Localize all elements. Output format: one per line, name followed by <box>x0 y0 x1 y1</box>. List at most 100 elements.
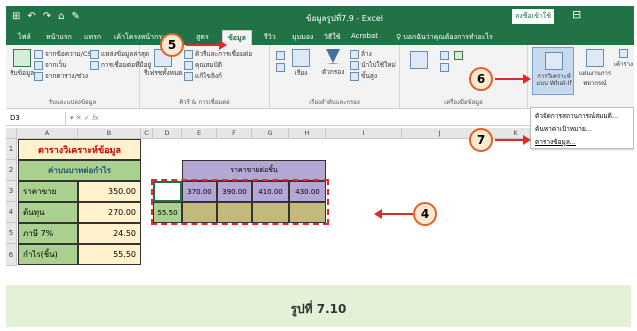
reapply-button[interactable]: นำไปใช้ใหม่ <box>350 60 396 70</box>
cell-b4-value[interactable]: 270.00 <box>78 202 141 223</box>
outline-icon <box>618 49 628 58</box>
cell-a1-title[interactable]: ตารางวิเคราะห์ข้อมูล <box>18 139 141 160</box>
scenario-manager-item[interactable]: ตัวจัดการสถานการณ์สมมติ... <box>535 111 618 121</box>
filter-icon <box>326 49 341 64</box>
data-validation-button[interactable] <box>454 51 463 60</box>
callout-5-arrowhead <box>219 40 227 50</box>
queries-connections-button[interactable]: คิวรีและการเชื่อมต่อ <box>184 49 252 59</box>
row-header-6[interactable]: 6 <box>6 244 17 266</box>
undo-icon[interactable]: ↶ <box>27 11 35 23</box>
tab-insert[interactable]: แทรก <box>84 32 101 43</box>
sort-button[interactable]: เรียง <box>292 49 310 78</box>
properties-button[interactable]: คุณสมบัติ <box>184 60 222 70</box>
tab-file[interactable]: ไฟล์ <box>18 32 31 43</box>
callout-6-arrowhead <box>523 74 531 84</box>
clear-filter-icon <box>350 49 359 59</box>
figure: ⊞ ↶ ↷ ⌂ ✎ ข้อมูลรูปที่7.9 - Excel ลงชื่อ… <box>0 0 637 331</box>
group-label-sort-filter: เรียงลำดับและกรอง <box>309 99 360 106</box>
recent-icon <box>90 49 99 59</box>
goal-seek-item[interactable]: ค้นหาค่าเป้าหมาย... <box>535 124 592 134</box>
tell-me-search[interactable]: ♀ บอกฉันว่าคุณต้องการทำอะไร <box>396 32 493 43</box>
clear-button[interactable]: ล้าง <box>350 49 372 59</box>
sort-desc-button[interactable] <box>276 63 285 72</box>
select-all-corner[interactable] <box>6 128 17 139</box>
outline-button[interactable]: เค้าร่าง <box>614 49 633 69</box>
whatif-label: การวิเคราะห์แบบ What-If <box>536 73 572 87</box>
row-header-4[interactable]: 4 <box>6 202 17 223</box>
column-header-h[interactable]: H <box>289 128 326 139</box>
data-table-item[interactable]: ตารางข้อมูล... <box>535 137 576 147</box>
get-data-button[interactable]: รับข้อมูล <box>10 49 34 78</box>
row-header-3[interactable]: 3 <box>6 181 17 202</box>
signin-button[interactable]: ลงชื่อเข้าใช้ <box>512 9 554 24</box>
column-header-g[interactable]: G <box>252 128 289 139</box>
group-queries: รีเฟรชทั้งหมด คิวรีและการเชื่อมต่อ คุณสม… <box>140 45 270 109</box>
sort-za-icon <box>276 63 285 72</box>
cell-b5-value[interactable]: 24.50 <box>78 223 141 244</box>
tab-view[interactable]: มุมมอง <box>292 32 313 43</box>
column-header-d[interactable]: D <box>153 128 182 139</box>
tab-formulas[interactable]: สูตร <box>196 32 209 43</box>
formula-controls: ▾ ✕ ✓ fx <box>70 114 99 122</box>
validation-icon <box>454 51 463 60</box>
ribbon: รับข้อมูล จากข้อความ/CSV จากเว็บ จากตารา… <box>6 45 634 109</box>
callout-4-arrow-line <box>381 213 413 215</box>
group-data-tools: เครื่องมือข้อมูล <box>400 45 528 109</box>
edit-icon[interactable]: ✎ <box>72 11 80 23</box>
column-header-b[interactable]: B <box>78 128 141 139</box>
tab-acrobat[interactable]: Acrobat <box>351 32 378 40</box>
ribbon-display-icon[interactable]: ⊟ <box>572 8 581 21</box>
save-icon[interactable]: ⊞ <box>12 11 20 23</box>
cancel-icon[interactable]: ✕ <box>76 114 84 122</box>
from-web-button[interactable]: จากเว็บ <box>34 60 66 70</box>
home-icon[interactable]: ⌂ <box>58 11 64 23</box>
column-header-f[interactable]: F <box>217 128 252 139</box>
from-text-csv-button[interactable]: จากข้อความ/CSV <box>34 49 96 59</box>
flash-fill-button[interactable] <box>440 51 449 60</box>
columns-icon <box>410 51 428 69</box>
callout-6: 6 <box>469 67 493 91</box>
column-header-e[interactable]: E <box>182 128 217 139</box>
whatif-dropdown-menu: ตัวจัดการสถานการณ์สมมติ... ค้นหาค่าเป้าห… <box>530 107 634 149</box>
cell-b3-value[interactable]: 350.00 <box>78 181 141 202</box>
title-bar: ⊞ ↶ ↷ ⌂ ✎ ข้อมูลรูปที่7.9 - Excel ลงชื่อ… <box>6 6 634 28</box>
whatif-analysis-button[interactable]: การวิเคราะห์แบบ What-If <box>532 47 574 95</box>
cell-a3-label[interactable]: ราคาขาย <box>18 181 78 202</box>
sort-asc-button[interactable] <box>276 51 285 60</box>
tab-help[interactable]: วิธีใช้ <box>324 32 340 43</box>
whatif-icon <box>545 52 563 70</box>
text-to-columns-button[interactable] <box>410 51 428 69</box>
remove-duplicates-button[interactable] <box>440 63 449 72</box>
enter-icon[interactable]: ✓ <box>84 114 92 122</box>
redo-icon[interactable]: ↷ <box>43 11 51 23</box>
web-icon <box>34 60 43 70</box>
from-table-button[interactable]: จากตาราง/ช่วง <box>34 71 88 81</box>
row-header-2[interactable]: 2 <box>6 160 17 181</box>
fx-icon[interactable]: fx <box>92 114 99 122</box>
tell-me-text: บอกฉันว่าคุณต้องการทำอะไร <box>403 33 493 41</box>
cell-a6-label[interactable]: กำไร(ชิ้น) <box>18 244 78 265</box>
row-header-5[interactable]: 5 <box>6 223 17 244</box>
cell-a2-subtitle[interactable]: ค่าบนบาทต่อกำไร <box>18 160 141 181</box>
tab-home[interactable]: หน้าแรก <box>46 32 72 43</box>
properties-icon <box>184 60 193 70</box>
caption-bar: รูปที่ 7.10 <box>6 285 631 327</box>
tab-review[interactable]: รีวิว <box>264 32 276 43</box>
cell-a5-label[interactable]: ภาษี 7% <box>18 223 78 244</box>
filter-button[interactable]: ตัวกรอง <box>322 49 344 77</box>
edit-links-button[interactable]: แก้ไขลิงก์ <box>184 71 222 81</box>
cell-b6-value[interactable]: 55.50 <box>78 244 141 265</box>
remove-duplicates-icon <box>440 63 449 72</box>
column-header-a[interactable]: A <box>17 128 78 139</box>
name-box[interactable]: D3 <box>6 112 66 126</box>
column-header-i[interactable]: I <box>326 128 402 139</box>
cell-e2-header[interactable]: ราคาขายต่อชิ้น <box>182 160 326 181</box>
row-header-1[interactable]: 1 <box>6 139 17 160</box>
advanced-button[interactable]: ขั้นสูง <box>350 71 377 81</box>
column-header-c[interactable]: C <box>141 128 153 139</box>
column-header-j[interactable]: J <box>402 128 478 139</box>
queries-icon <box>184 49 193 59</box>
reapply-icon <box>350 60 359 70</box>
forecast-sheet-button[interactable]: แผ่นงานการพยากรณ์ <box>578 49 612 88</box>
cell-a4-label[interactable]: ต้นทุน <box>18 202 78 223</box>
